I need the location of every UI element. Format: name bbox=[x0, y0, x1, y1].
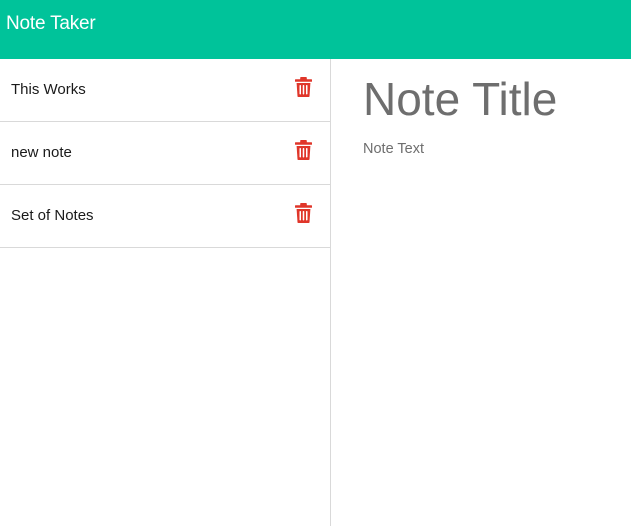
app-brand[interactable]: Note Taker bbox=[6, 12, 96, 36]
note-list-item[interactable]: Set of Notes bbox=[0, 185, 330, 248]
note-editor bbox=[331, 59, 631, 526]
notes-sidebar: This Works new note Set of Notes bbox=[0, 59, 331, 526]
note-title-input[interactable] bbox=[363, 69, 625, 129]
note-item-title[interactable]: This Works bbox=[11, 80, 86, 100]
note-text-input[interactable] bbox=[363, 139, 625, 519]
navbar: Note Taker bbox=[0, 0, 631, 59]
note-list: This Works new note Set of Notes bbox=[0, 59, 330, 248]
trash-icon[interactable] bbox=[295, 203, 312, 223]
trash-icon[interactable] bbox=[295, 140, 312, 160]
trash-icon[interactable] bbox=[295, 77, 312, 97]
note-item-title[interactable]: Set of Notes bbox=[11, 206, 94, 226]
note-list-item[interactable]: This Works bbox=[0, 59, 330, 122]
note-item-title[interactable]: new note bbox=[11, 143, 72, 163]
note-list-item[interactable]: new note bbox=[0, 122, 330, 185]
